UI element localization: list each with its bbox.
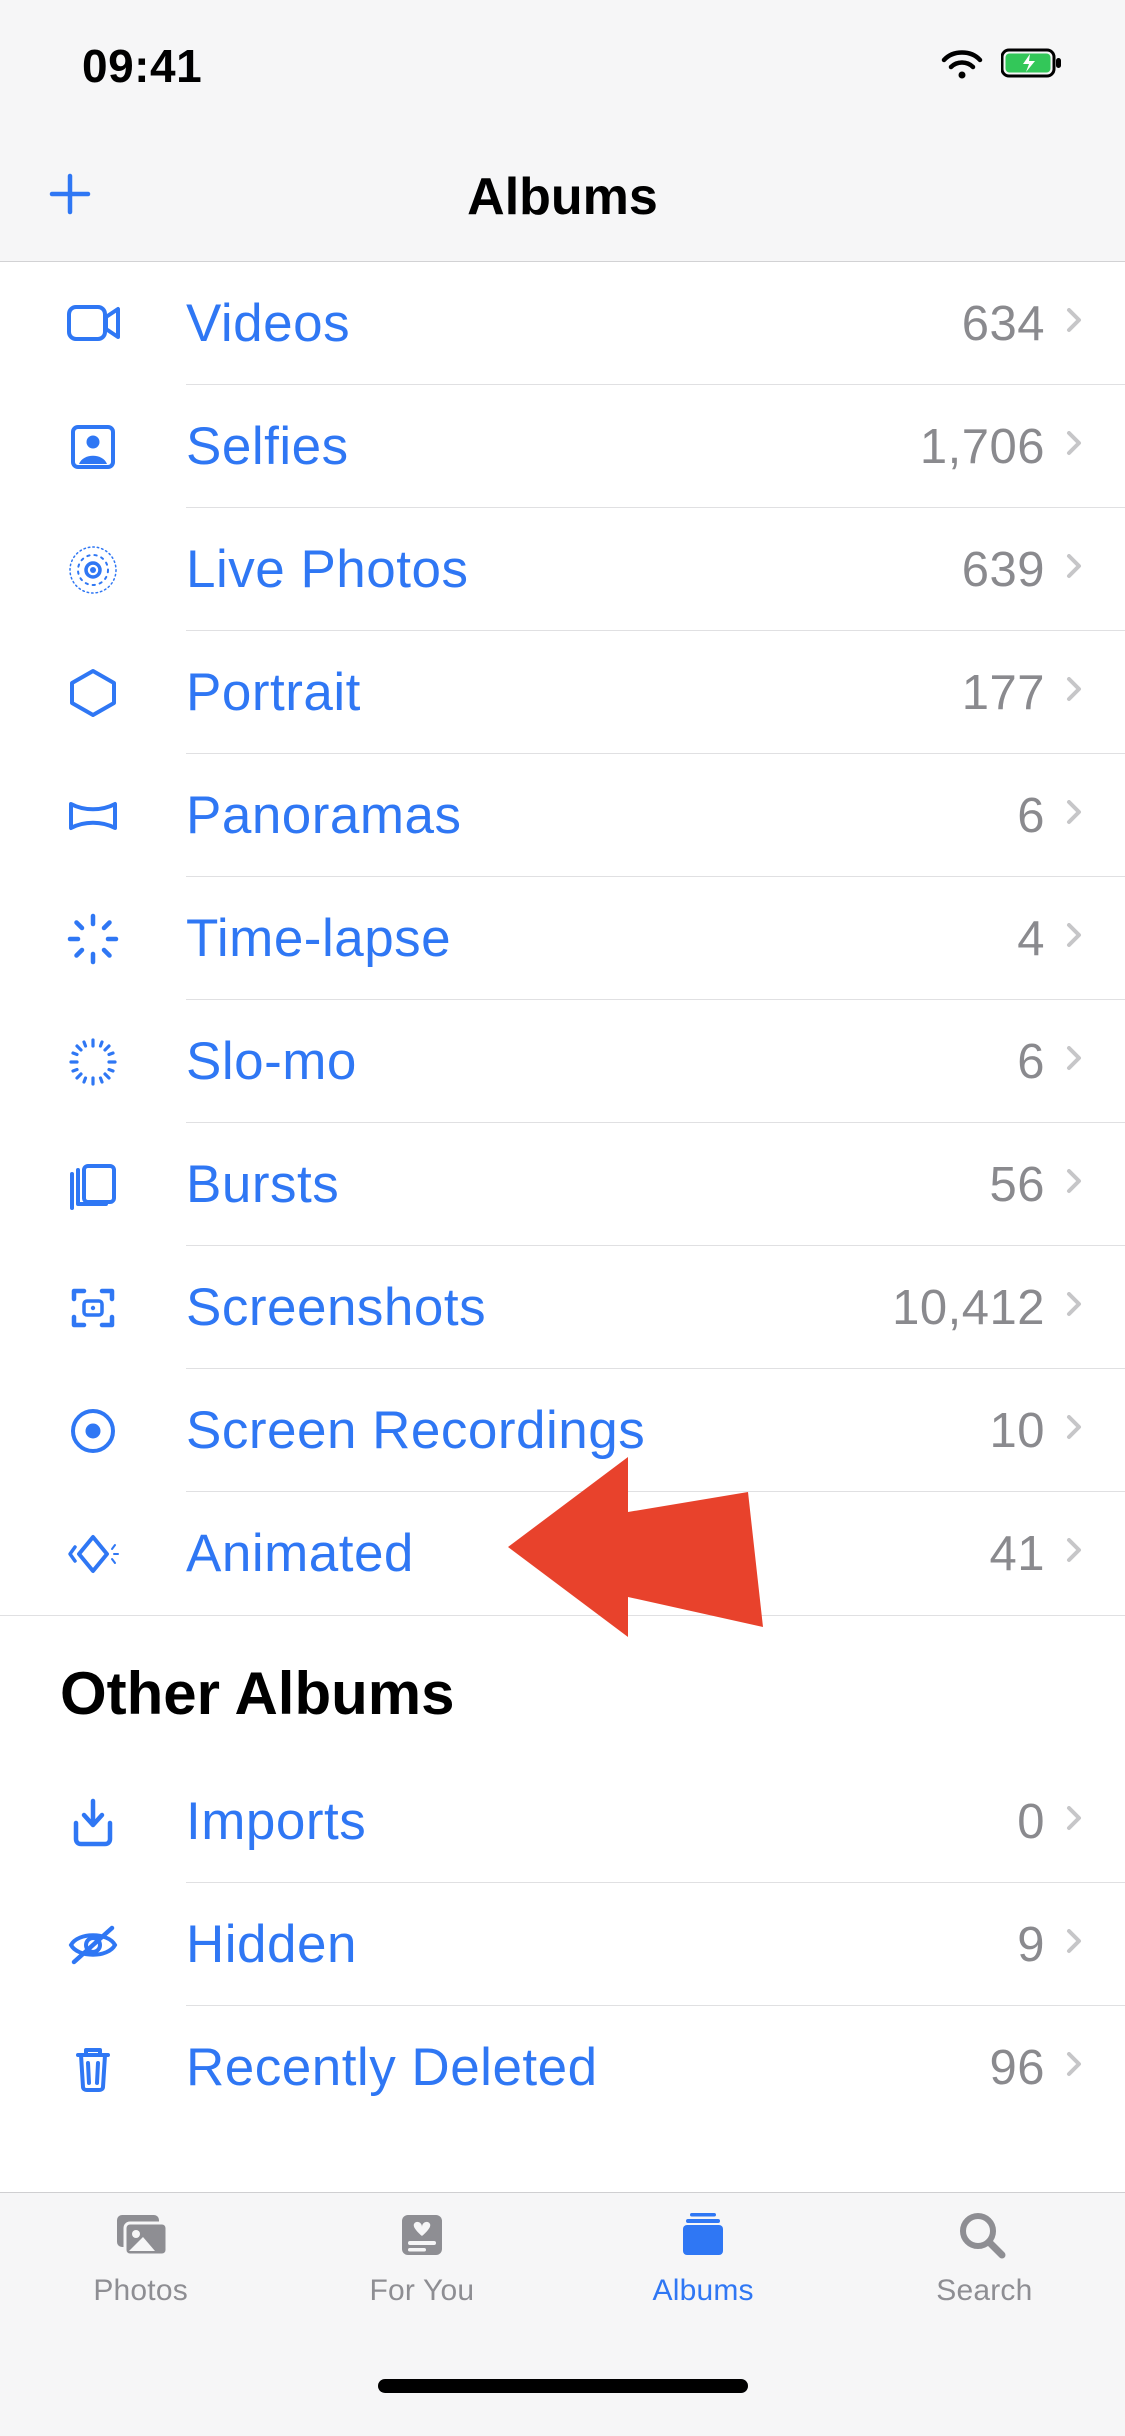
- album-row-count: 6: [1017, 1034, 1045, 1090]
- record-icon: [0, 1404, 186, 1458]
- add-album-button[interactable]: [0, 172, 92, 221]
- album-row-label: Time-lapse: [186, 908, 1017, 969]
- album-row-panorama[interactable]: Panoramas6: [0, 754, 1125, 877]
- album-row-count: 1,706: [920, 419, 1045, 475]
- album-row-deleted[interactable]: Recently Deleted96: [0, 2006, 1125, 2129]
- chevron-right-icon: [1065, 2052, 1085, 2083]
- album-row-count: 96: [989, 2040, 1045, 2096]
- album-row-count: 639: [962, 542, 1045, 598]
- chevron-right-icon: [1065, 1806, 1085, 1837]
- album-row-selfie[interactable]: Selfies1,706: [0, 385, 1125, 508]
- chevron-right-icon: [1065, 677, 1085, 708]
- album-row-label: Screenshots: [186, 1277, 892, 1338]
- chevron-right-icon: [1065, 1929, 1085, 1960]
- chevron-right-icon: [1065, 800, 1085, 831]
- album-row-count: 10: [989, 1403, 1045, 1459]
- album-row-count: 4: [1017, 911, 1045, 967]
- portrait-icon: [0, 666, 186, 720]
- tab-foryou[interactable]: For You: [281, 2193, 562, 2336]
- album-row-hidden[interactable]: Hidden9: [0, 1883, 1125, 2006]
- chevron-right-icon: [1065, 1292, 1085, 1323]
- album-row-count: 6: [1017, 788, 1045, 844]
- album-row-label: Bursts: [186, 1154, 989, 1215]
- album-row-label: Panoramas: [186, 785, 1017, 846]
- video-icon: [0, 297, 186, 351]
- hidden-icon: [0, 1918, 186, 1972]
- selfie-icon: [0, 420, 186, 474]
- battery-icon: [1001, 39, 1065, 93]
- live-icon: [0, 543, 186, 597]
- album-row-label: Screen Recordings: [186, 1400, 989, 1461]
- album-row-count: 0: [1017, 1794, 1045, 1850]
- tab-label: Search: [936, 2274, 1032, 2308]
- imports-icon: [0, 1795, 186, 1849]
- media-types-list: Videos634Selfies1,706Live Photos639Portr…: [0, 262, 1125, 1615]
- animated-icon: [0, 1527, 186, 1581]
- chevron-right-icon: [1065, 308, 1085, 339]
- album-row-animated[interactable]: Animated41: [0, 1492, 1125, 1615]
- status-time: 09:41: [82, 39, 202, 93]
- album-row-count: 56: [989, 1157, 1045, 1213]
- album-row-imports[interactable]: Imports0: [0, 1760, 1125, 1883]
- slomo-icon: [0, 1035, 186, 1089]
- page-title: Albums: [0, 167, 1125, 227]
- tab-bar: Photos For You Albums Search: [0, 2192, 1125, 2336]
- album-row-count: 177: [962, 665, 1045, 721]
- album-row-label: Portrait: [186, 662, 962, 723]
- album-row-count: 9: [1017, 1917, 1045, 1973]
- album-row-record[interactable]: Screen Recordings10: [0, 1369, 1125, 1492]
- search-tab-icon: [954, 2209, 1014, 2264]
- deleted-icon: [0, 2041, 186, 2095]
- screenshots-icon: [0, 1281, 186, 1335]
- tab-photos[interactable]: Photos: [0, 2193, 281, 2336]
- albums-tab-icon: [673, 2209, 733, 2264]
- album-row-count: 41: [989, 1526, 1045, 1582]
- bursts-icon: [0, 1158, 186, 1212]
- album-row-label: Slo-mo: [186, 1031, 1017, 1092]
- album-row-slomo[interactable]: Slo-mo6: [0, 1000, 1125, 1123]
- album-row-count: 634: [962, 296, 1045, 352]
- chevron-right-icon: [1065, 1046, 1085, 1077]
- foryou-tab-icon: [392, 2209, 452, 2264]
- chevron-right-icon: [1065, 923, 1085, 954]
- album-row-screenshots[interactable]: Screenshots10,412: [0, 1246, 1125, 1369]
- album-row-video[interactable]: Videos634: [0, 262, 1125, 385]
- album-row-label: Videos: [186, 293, 962, 354]
- album-row-label: Hidden: [186, 1914, 1017, 1975]
- section-header-other: Other Albums: [0, 1615, 1125, 1760]
- timelapse-icon: [0, 912, 186, 966]
- tab-albums[interactable]: Albums: [563, 2193, 844, 2336]
- home-indicator: [378, 2379, 748, 2393]
- panorama-icon: [0, 789, 186, 843]
- album-row-bursts[interactable]: Bursts56: [0, 1123, 1125, 1246]
- album-row-portrait[interactable]: Portrait177: [0, 631, 1125, 754]
- nav-bar: Albums: [0, 132, 1125, 262]
- tab-label: For You: [369, 2274, 474, 2308]
- album-row-label: Imports: [186, 1791, 1017, 1852]
- chevron-right-icon: [1065, 1538, 1085, 1569]
- album-row-timelapse[interactable]: Time-lapse4: [0, 877, 1125, 1000]
- wifi-icon: [941, 39, 983, 93]
- tab-label: Photos: [93, 2274, 188, 2308]
- album-row-label: Live Photos: [186, 539, 962, 600]
- album-row-label: Selfies: [186, 416, 920, 477]
- chevron-right-icon: [1065, 1169, 1085, 1200]
- home-indicator-area: [0, 2336, 1125, 2436]
- album-row-live[interactable]: Live Photos639: [0, 508, 1125, 631]
- status-bar: 09:41: [0, 0, 1125, 132]
- content: Videos634Selfies1,706Live Photos639Portr…: [0, 262, 1125, 2192]
- album-row-count: 10,412: [892, 1280, 1045, 1336]
- album-row-label: Recently Deleted: [186, 2037, 989, 2098]
- album-row-label: Animated: [186, 1523, 989, 1584]
- chevron-right-icon: [1065, 1415, 1085, 1446]
- chevron-right-icon: [1065, 554, 1085, 585]
- tab-search[interactable]: Search: [844, 2193, 1125, 2336]
- other-albums-list: Imports0Hidden9Recently Deleted96: [0, 1760, 1125, 2129]
- photos-tab-icon: [111, 2209, 171, 2264]
- tab-label: Albums: [653, 2274, 754, 2308]
- chevron-right-icon: [1065, 431, 1085, 462]
